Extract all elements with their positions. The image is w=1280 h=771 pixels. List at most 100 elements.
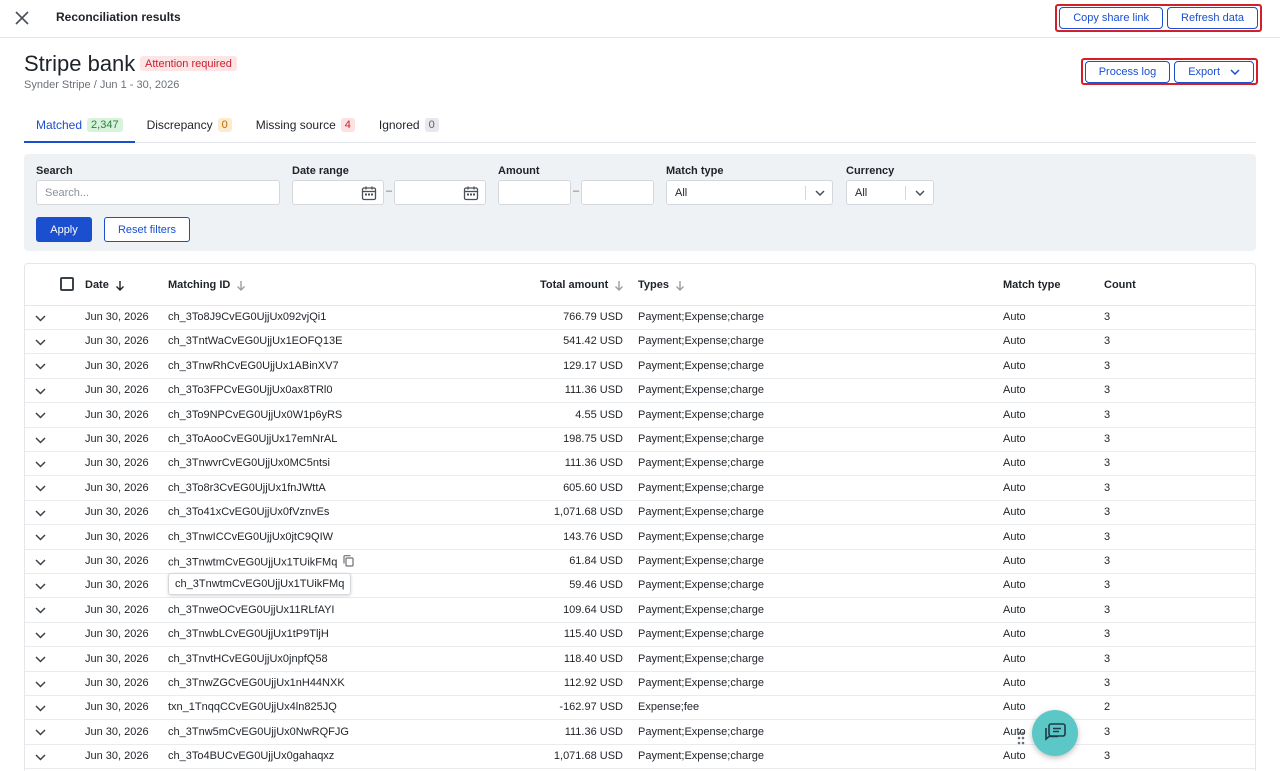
date-cell-text: Jun 30, 2026 [85,506,149,519]
match-type-select[interactable]: All [666,180,833,205]
table-row[interactable]: Jun 30, 2026 ch_3To8r3CvEG0UjjUx1fnJWttA 6… [25,477,1255,501]
expand-row-button[interactable] [31,724,49,742]
types-cell-text: Payment;Expense;charge [638,677,764,689]
amount-cell-text: 4.55 USD [575,408,623,421]
table-row[interactable]: Jun 30, 2026 ch_3TnwbLCvEG0UjjUx1tP9TljH 1… [25,623,1255,648]
table-row[interactable]: Jun 30, 2026 ch_3TnwvrCvEG0UjjUx0MC5ntsi 1… [25,452,1255,477]
table-row[interactable]: Jun 30, 2026 ch_3To9NPCvEG0UjjUx0W1p6yRS 4… [25,404,1255,428]
matching-id-cell: ch_3To9NPCvEG0UjjUx0W1p6yRS [168,409,342,421]
table-row[interactable]: Jun 30, 2026 ch_3To8J9CvEG0UjjUx092vjQi1 7… [25,306,1255,330]
search-input[interactable] [36,180,280,205]
match-type-cell: Auto [1003,579,1026,591]
types-cell-text: Payment;Expense;charge [638,311,764,323]
tab-ignored[interactable]: Ignored 0 [367,108,451,142]
count-cell: 3 [1104,604,1110,616]
expand-row-button[interactable] [31,577,49,595]
calendar-icon[interactable] [361,185,377,201]
expand-row-button[interactable] [31,382,49,400]
types-cell-text: Payment;Expense;charge [638,384,764,397]
date-cell-text: Jun 30, 2026 [85,677,149,689]
export-button[interactable]: Export [1174,61,1254,83]
tab-missing-source[interactable]: Missing source 4 [244,108,367,142]
types-cell-text: Payment;Expense;charge [638,506,764,519]
matching-id-cell-text: ch_3ToAooCvEG0UjjUx17emNrAL [168,433,338,445]
table-row[interactable]: Jun 30, 2026 ch_3TnwZGCvEG0UjjUx1nH44NXK 1… [25,672,1255,696]
chevron-down-icon [1230,69,1240,75]
expand-row-button[interactable] [31,699,49,717]
expand-row-button[interactable] [31,358,49,376]
expand-row-button[interactable] [31,431,49,449]
date-to-input[interactable] [394,180,486,205]
column-header-types[interactable]: Types [638,279,685,291]
types-cell-text: Payment;Expense;charge [638,481,764,494]
types-cell: Payment;Expense;charge [638,335,764,347]
expand-row-button[interactable] [31,333,49,351]
count-cell: 3 [1104,750,1110,762]
apply-button[interactable]: Apply [36,217,92,242]
expand-row-button[interactable] [31,626,49,644]
expand-row-button[interactable] [31,602,49,620]
types-cell-text: Payment;Expense;charge [638,433,764,445]
select-all-checkbox[interactable] [60,277,74,291]
expand-row-button[interactable] [31,748,49,766]
matching-id-cell-text: ch_3To8J9CvEG0UjjUx092vjQi1 [168,311,327,323]
table-row[interactable]: Jun 30, 2026 ch_3To41xCvEG0UjjUx0fVznvEs 1… [25,501,1255,526]
table-row[interactable]: Jun 30, 2026 ch_3TnwICCvEG0UjjUx0jtC9QIW 1… [25,526,1255,550]
table-row[interactable]: Jun 30, 2026 ch_3TnvtHCvEG0UjjUx0jnpfQ58 1… [25,648,1255,672]
table-row[interactable]: Jun 30, 2026 ch_3ToAooCvEG0UjjUx17emNrAL 1… [25,428,1255,452]
matching-id-cell-text: ch_3To41xCvEG0UjjUx0fVznvEs [168,506,330,519]
expand-row-button[interactable] [31,651,49,669]
tab-matched[interactable]: Matched 2,347 [24,108,135,143]
table-row[interactable]: Jun 30, 2026 ch_3To3FPCvEG0UjjUx0ax8TRl0 1… [25,379,1255,404]
count-cell-text: 3 [1104,384,1111,397]
expand-row-button[interactable] [31,407,49,425]
date-cell-text: Jun 30, 2026 [85,384,149,397]
currency-label: Currency [846,165,895,177]
expand-row-button[interactable] [31,455,49,473]
amount-cell-text: 605.60 USD [563,481,623,494]
tab-label: Ignored [378,118,420,132]
expand-row-button[interactable] [31,675,49,693]
expand-row-button[interactable] [31,504,49,522]
reset-filters-button[interactable]: Reset filters [104,217,190,242]
expand-row-button[interactable] [31,309,49,327]
column-header-total-amount[interactable]: Total amount [540,279,624,291]
count-cell: 2 [1104,701,1110,713]
expand-row-button[interactable] [31,553,49,571]
drag-handle-icon[interactable] [1016,730,1026,746]
amount-cell: 111.36 USD [473,726,623,738]
amount-cell-text: 111.36 USD [564,725,623,738]
currency-select[interactable]: All [846,180,934,205]
table-row[interactable]: Jun 30, 2026 ch_3TnwtmCvEG0UjjUx1TUikFMq 6… [25,550,1255,574]
match-type-cell-text: Auto [1003,652,1026,665]
close-button[interactable] [10,6,34,30]
refresh-data-button[interactable]: Refresh data [1167,7,1258,29]
column-header-matching-id[interactable]: Matching ID [168,279,246,291]
matching-id-cell: ch_3TnwZGCvEG0UjjUx1nH44NXK [168,677,345,689]
copy-share-link-button[interactable]: Copy share link [1059,7,1164,29]
amount-max-input[interactable] [581,180,654,205]
chevron-down-icon [34,461,46,468]
column-header-date[interactable]: Date [85,279,125,291]
amount-cell: -162.97 USD [473,701,623,713]
column-label: Date [85,279,109,291]
match-type-cell-text: Auto [1003,408,1026,421]
match-type-cell: Auto [1003,433,1026,445]
table-row[interactable]: Jun 30, 2026 ch_3TnwRhCvEG0UjjUx1ABinXV7 1… [25,355,1255,379]
chevron-down-icon [34,436,46,444]
process-log-button[interactable]: Process log [1084,61,1171,83]
expand-row-button[interactable] [31,529,49,547]
chat-button[interactable] [1032,710,1078,756]
table-row[interactable]: Jun 30, 2026 ch_3TnweOCvEG0UjjUx11RLfAYI 1… [25,599,1255,623]
tab-discrepancy[interactable]: Discrepancy 0 [135,108,244,142]
select-divider [805,186,806,200]
date-cell-text: Jun 30, 2026 [85,335,149,348]
amount-min-input[interactable] [498,180,571,205]
table-row[interactable]: Jun 30, 2026 ch_3TntWaCvEG0UjjUx1EOFQ13E 5… [25,330,1255,355]
amount-cell-text: 198.75 USD [563,433,623,445]
date-range-label: Date range [292,165,349,177]
copy-icon[interactable] [343,555,354,570]
date-from-input[interactable] [292,180,384,205]
expand-row-button[interactable] [31,480,49,498]
calendar-icon[interactable] [463,185,479,201]
